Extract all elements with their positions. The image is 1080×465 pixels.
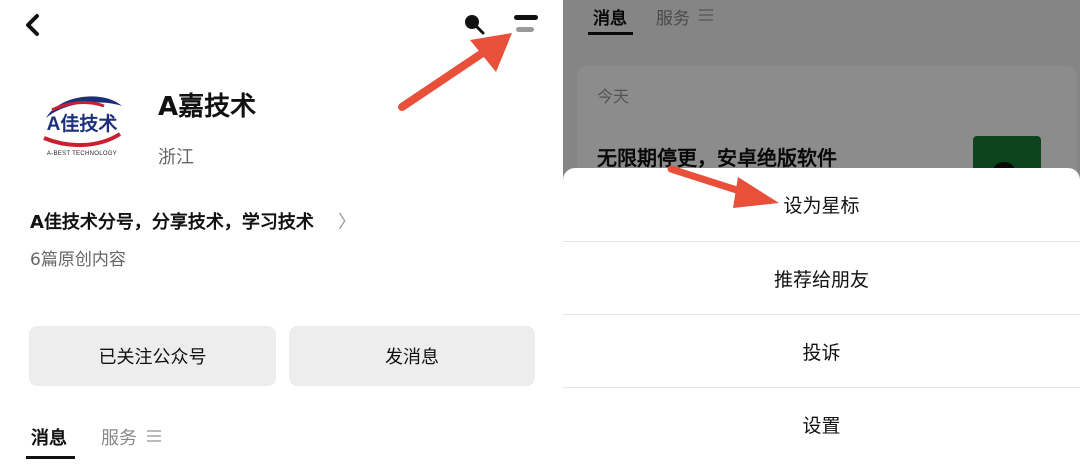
search-button[interactable] (462, 12, 486, 36)
menu-button[interactable] (512, 12, 540, 36)
report-button[interactable]: 投诉 (563, 315, 1080, 388)
logo-subtext: A-BEST TECHNOLOGY (46, 151, 118, 157)
report-label: 投诉 (802, 342, 841, 364)
account-description[interactable]: A佳技术分号，分享技术，学习技术 (30, 208, 314, 234)
chevron-left-icon (26, 14, 39, 36)
back-button[interactable] (20, 10, 50, 40)
tab-messages[interactable]: 消息 (31, 424, 67, 450)
tab-active-indicator (26, 456, 75, 459)
action-sheet: 设为星标 推荐给朋友 投诉 设置 (563, 168, 1080, 465)
list-icon (147, 430, 161, 442)
set-star-button[interactable]: 设为星标 (563, 168, 1080, 241)
chevron-right-icon: 〉 (338, 212, 356, 233)
search-icon (465, 15, 485, 35)
send-message-button[interactable]: 发消息 (289, 326, 535, 386)
logo-text: A佳技术 (47, 112, 118, 135)
account-region: 浙江 (158, 147, 194, 168)
send-message-button-label: 发消息 (385, 347, 439, 368)
followed-button[interactable]: 已关注公众号 (29, 326, 276, 386)
settings-label: 设置 (802, 415, 841, 437)
followed-button-label: 已关注公众号 (98, 347, 207, 368)
account-profile-panel: A佳技术 A-BEST TECHNOLOGY A嘉技术 浙江 A佳技术分号，分享… (0, 0, 562, 465)
settings-button[interactable]: 设置 (563, 388, 1080, 461)
recommend-to-friend-button[interactable]: 推荐给朋友 (563, 242, 1080, 315)
article-count: 6篇原创内容 (30, 250, 126, 270)
tab-services[interactable]: 服务 (101, 424, 137, 450)
account-name: A嘉技术 (158, 92, 257, 122)
recommend-label: 推荐给朋友 (773, 269, 869, 291)
menu-sheet-panel: 消息 服务 今天 无限期停更，安卓绝版软件 设为星标 推荐给朋友 投诉 设置 (563, 0, 1080, 465)
set-star-label: 设为星标 (783, 195, 860, 217)
